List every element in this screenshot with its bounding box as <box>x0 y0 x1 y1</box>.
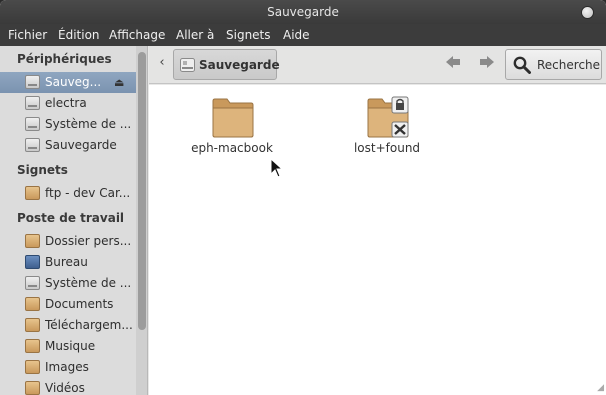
sidebar-item-label: Images <box>45 360 89 374</box>
sidebar-item-videos[interactable]: Vidéos <box>0 378 136 395</box>
sidebar-header-workspace: Poste de travail <box>17 211 125 225</box>
close-window-button[interactable] <box>581 6 594 19</box>
network-folder-icon <box>25 186 40 200</box>
folder-label: eph-macbook <box>191 141 273 155</box>
menu-aller-a[interactable]: Aller à <box>176 28 214 42</box>
sidebar-item-label: Téléchargem... <box>45 318 133 332</box>
toolbar: ‹ Sauvegarde Recherche <box>149 46 606 84</box>
sidebar-item-label: Vidéos <box>45 381 85 395</box>
sidebar-item-ftp[interactable]: ftp - dev Car... <box>0 183 136 204</box>
search-button-label: Recherche <box>537 58 601 72</box>
downloads-folder-icon <box>25 318 40 332</box>
sidebar-item-label: Sauvegarde <box>45 138 117 152</box>
sidebar-item-label: electra <box>45 96 87 110</box>
music-folder-icon <box>25 339 40 353</box>
drive-icon <box>25 75 40 89</box>
sidebar-item-filesystem[interactable]: Système de ... <box>0 273 136 294</box>
file-manager-window: Sauvegarde Fichier Édition Affichage All… <box>0 0 606 395</box>
title-bar[interactable]: Sauvegarde <box>0 0 606 24</box>
sidebar-item-downloads[interactable]: Téléchargem... <box>0 315 136 336</box>
sidebar-item-music[interactable]: Musique <box>0 336 136 357</box>
folder-item-eph-macbook[interactable]: eph-macbook <box>177 87 287 167</box>
sidebar-item-label: Système de ... <box>45 276 132 290</box>
sidebar-item-systeme[interactable]: Système de ... <box>0 114 136 135</box>
search-button[interactable]: Recherche <box>505 49 602 80</box>
path-bar-label: Sauvegarde <box>199 58 280 72</box>
path-back-chevron-icon[interactable]: ‹ <box>155 55 169 73</box>
home-folder-icon <box>25 234 40 248</box>
path-bar-button[interactable]: Sauvegarde <box>173 49 280 80</box>
sidebar-scrollbar[interactable] <box>136 46 147 395</box>
drive-icon <box>25 117 40 131</box>
sidebar-item-sauvegarde[interactable]: Sauvegarde <box>0 135 136 156</box>
sidebar-header-bookmarks: Signets <box>17 163 68 177</box>
pictures-folder-icon <box>25 360 40 374</box>
videos-folder-icon <box>25 381 40 395</box>
desktop-icon <box>25 255 40 269</box>
sidebar-item-label: Musique <box>45 339 96 353</box>
folder-item-lost-found[interactable]: lost+found <box>332 87 442 167</box>
sidebar-item-sauvegarde-selected[interactable]: Sauveg... ⏏ <box>0 72 136 93</box>
menu-aide[interactable]: Aide <box>283 28 310 42</box>
sidebar-header-devices: Périphériques <box>17 52 112 66</box>
window-title: Sauvegarde <box>267 5 339 19</box>
menu-bar: Fichier Édition Affichage Aller à Signet… <box>0 24 606 46</box>
back-arrow-icon[interactable] <box>445 55 461 73</box>
drive-icon <box>25 276 40 290</box>
sidebar-item-home[interactable]: Dossier pers... <box>0 231 136 252</box>
sidebar-item-label: Documents <box>45 297 114 311</box>
sidebar-item-label: Dossier pers... <box>45 234 132 248</box>
menu-fichier[interactable]: Fichier <box>8 28 47 42</box>
search-icon <box>513 56 531 74</box>
menu-affichage[interactable]: Affichage <box>109 28 165 42</box>
sidebar-item-documents[interactable]: Documents <box>0 294 136 315</box>
drive-icon <box>180 58 195 72</box>
sidebar-item-label: ftp - dev Car... <box>45 186 131 200</box>
drive-icon <box>25 96 40 110</box>
menu-edition[interactable]: Édition <box>58 28 100 42</box>
menu-signets[interactable]: Signets <box>226 28 271 42</box>
folder-icon <box>212 98 254 138</box>
sidebar-item-images[interactable]: Images <box>0 357 136 378</box>
mouse-pointer-icon <box>270 158 284 178</box>
documents-folder-icon <box>25 297 40 311</box>
folder-label: lost+found <box>353 141 421 155</box>
sidebar-item-electra[interactable]: electra <box>0 93 136 114</box>
sidebar-item-label: Bureau <box>45 255 88 269</box>
sidebar: Périphériques Sauveg... ⏏ electra Systèm… <box>0 46 148 395</box>
sidebar-item-bureau[interactable]: Bureau <box>0 252 136 273</box>
drive-icon <box>25 138 40 152</box>
eject-icon[interactable]: ⏏ <box>114 76 124 89</box>
forward-arrow-icon[interactable] <box>479 55 495 73</box>
resize-grip-icon[interactable]: ◢ <box>597 383 604 393</box>
sidebar-item-label: Système de ... <box>45 117 132 131</box>
file-view[interactable]: eph-macbook lost+found ◢ <box>149 85 606 395</box>
locked-folder-icon <box>367 96 409 138</box>
sidebar-scrollbar-thumb[interactable] <box>138 52 146 330</box>
